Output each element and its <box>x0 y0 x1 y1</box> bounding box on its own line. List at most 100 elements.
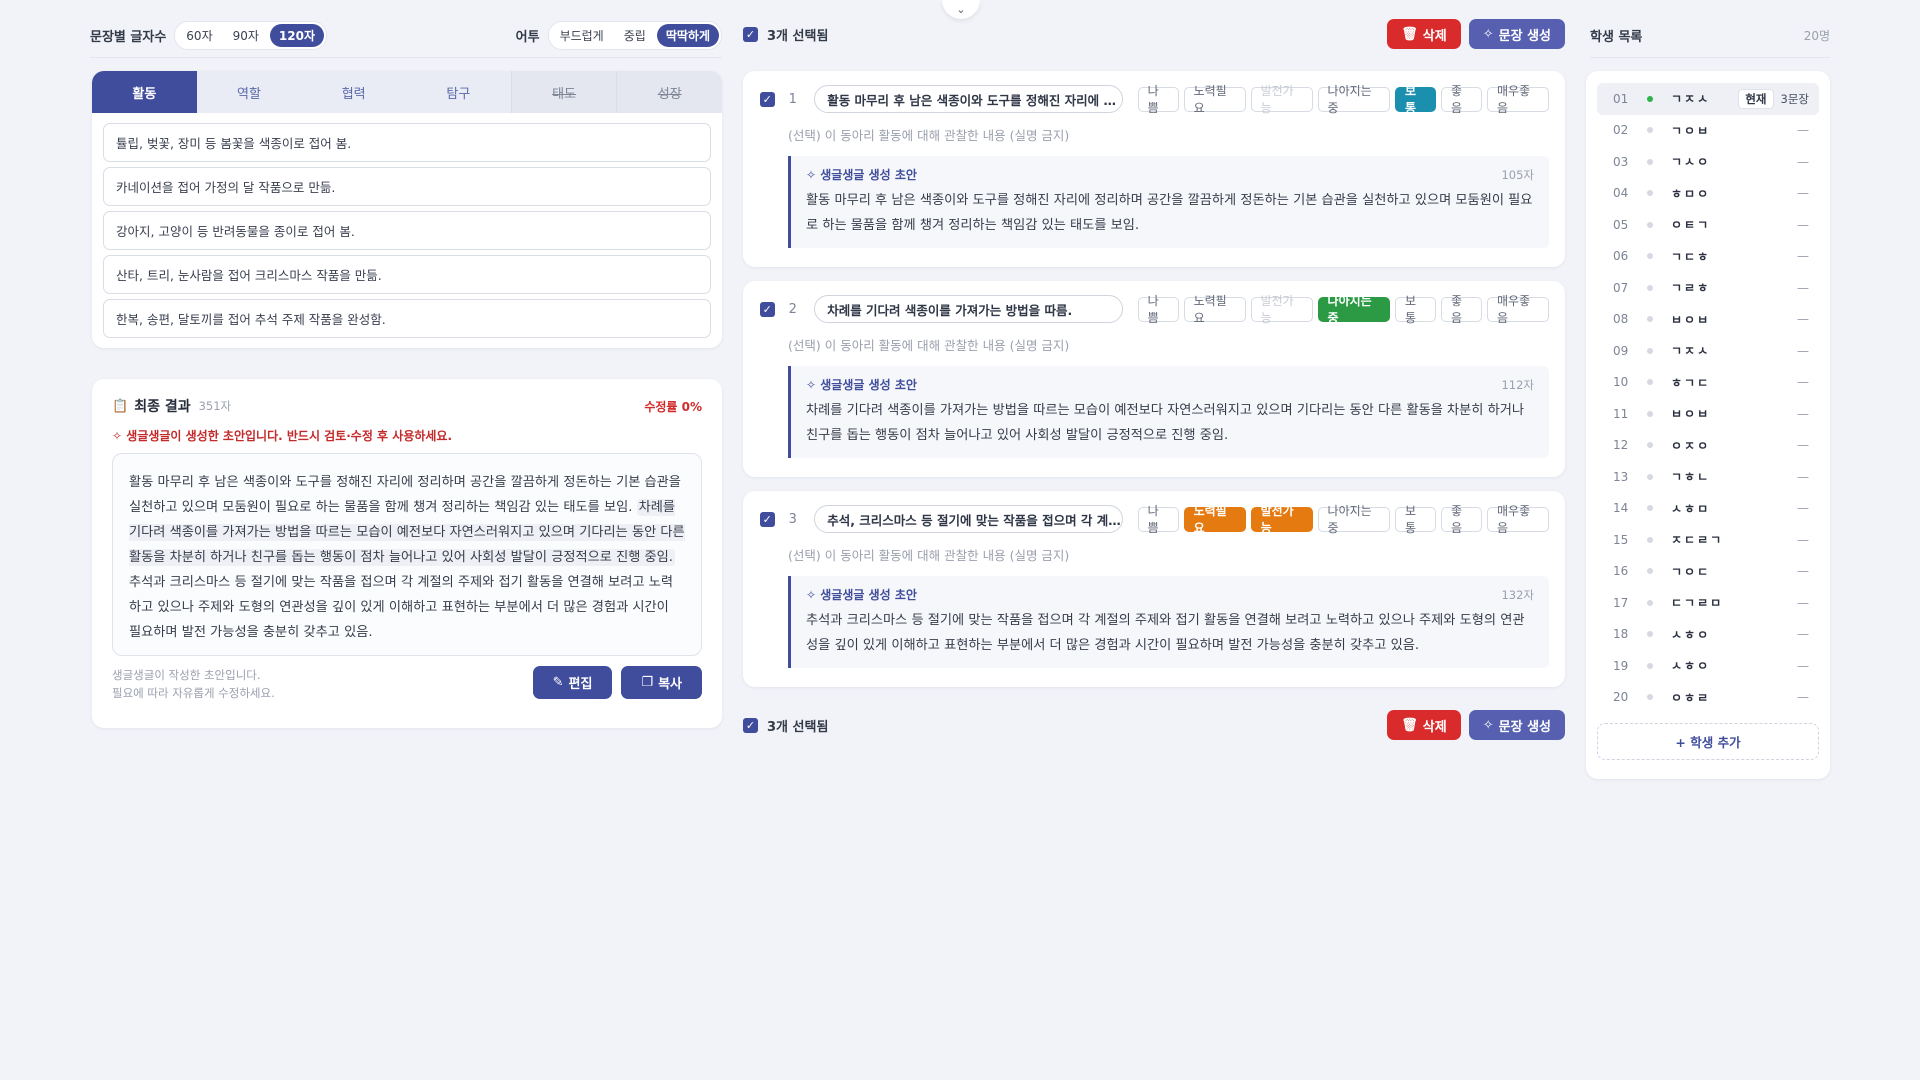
activity-item[interactable]: 카네이션을 접어 가정의 달 작품으로 만듦. <box>103 167 711 206</box>
observation-hint[interactable]: (선택) 이 동아리 활동에 대해 관찰한 내용 (실명 금지) <box>788 545 1549 564</box>
add-student-button[interactable]: + 학생 추가 <box>1597 723 1819 760</box>
tone-option-neutral[interactable]: 중립 <box>615 24 655 47</box>
observation-hint[interactable]: (선택) 이 동아리 활동에 대해 관찰한 내용 (실명 금지) <box>788 125 1549 144</box>
status-dot-icon <box>1647 568 1653 575</box>
grade-needs-effort[interactable]: 노력필요 <box>1183 84 1246 115</box>
student-row[interactable]: 04 ㅎㅁㅇ — <box>1597 178 1819 210</box>
result-text[interactable]: 활동 마무리 후 남은 색종이와 도구를 정해진 자리에 정리하며 공간을 깔끔… <box>112 453 702 656</box>
student-row[interactable]: 17 ㄷㄱㄹㅁ — <box>1597 587 1819 619</box>
grade-very-good[interactable]: 매우좋음 <box>1487 504 1549 535</box>
edit-rate: 수정률 0% <box>644 399 702 414</box>
grade-good[interactable]: 좋음 <box>1441 84 1483 115</box>
grade-improving[interactable]: 나아지는중 <box>1317 504 1391 535</box>
grade-average[interactable]: 보통 <box>1395 504 1437 535</box>
generate-button[interactable]: ✧ 문장 생성 <box>1468 710 1565 740</box>
activity-item[interactable]: 한복, 송편, 달토끼를 접어 추석 주제 작품을 완성함. <box>103 299 711 338</box>
entry-checkbox[interactable]: ✓ <box>760 301 775 317</box>
generated-draft: ✧ 생글생글 생성 초안 105자 활동 마무리 후 남은 색종이와 도구를 정… <box>788 156 1549 248</box>
grade-good[interactable]: 좋음 <box>1441 504 1483 535</box>
student-row[interactable]: 01 ㄱㅈㅅ 현재 3문장 <box>1597 83 1819 115</box>
length-option-120[interactable]: 120자 <box>269 24 325 47</box>
status-dot-icon <box>1647 316 1653 323</box>
chevron-down-icon: ⌄ <box>956 3 966 16</box>
grade-average[interactable]: 보통 <box>1395 294 1437 325</box>
entry-input[interactable]: 추석, 크리스마스 등 절기에 맞는 작품을 접으며 각 계… <box>814 505 1123 533</box>
length-option-90[interactable]: 90자 <box>224 24 268 47</box>
sparkle-icon: ✧ <box>1482 717 1494 733</box>
selected-count: 3개 선택됨 <box>767 28 829 44</box>
generate-button[interactable]: ✧ 문장 생성 <box>1468 19 1565 49</box>
student-row[interactable]: 10 ㅎㄱㄷ — <box>1597 367 1819 399</box>
grade-bad[interactable]: 나쁨 <box>1137 84 1179 115</box>
student-row[interactable]: 12 ㅇㅈㅇ — <box>1597 430 1819 462</box>
tab-activity[interactable]: 활동 <box>92 71 197 113</box>
student-row[interactable]: 16 ㄱㅇㄷ — <box>1597 556 1819 588</box>
grade-good[interactable]: 좋음 <box>1441 294 1483 325</box>
select-all-checkbox[interactable]: ✓ <box>743 26 758 42</box>
grade-improving[interactable]: 나아지는중 <box>1317 294 1391 325</box>
select-all-checkbox[interactable]: ✓ <box>743 717 758 733</box>
grade-improving[interactable]: 나아지는중 <box>1317 84 1391 115</box>
length-option-60[interactable]: 60자 <box>177 24 221 47</box>
student-row[interactable]: 02 ㄱㅇㅂ — <box>1597 115 1819 147</box>
student-row[interactable]: 20 ㅇㅎㄹ — <box>1597 682 1819 714</box>
student-name: ㄱㅇㅂ <box>1671 123 1711 138</box>
student-row[interactable]: 13 ㄱㅎㄴ — <box>1597 461 1819 493</box>
entry-checkbox[interactable]: ✓ <box>760 91 775 107</box>
tab-cooperation[interactable]: 협력 <box>301 71 406 113</box>
delete-button[interactable]: 🗑 삭제 <box>1387 710 1461 740</box>
student-row[interactable]: 14 ㅅㅎㅁ — <box>1597 493 1819 525</box>
collapse-handle[interactable]: ⌄ <box>942 0 980 19</box>
status-dot-icon <box>1647 347 1653 354</box>
student-row[interactable]: 19 ㅅㅎㅇ — <box>1597 650 1819 682</box>
student-number: 09 <box>1613 343 1629 358</box>
student-number: 10 <box>1613 375 1629 390</box>
student-row[interactable]: 18 ㅅㅎㅇ — <box>1597 619 1819 651</box>
grade-average[interactable]: 보통 <box>1395 84 1437 115</box>
tone-option-soft[interactable]: 부드럽게 <box>551 24 613 47</box>
selection-bar-top: ✓ 3개 선택됨 🗑 삭제 ✧ 문장 생성 <box>743 19 1565 49</box>
student-status: — <box>1797 532 1809 547</box>
grade-needs-effort[interactable]: 노력필요 <box>1183 294 1246 325</box>
grade-potential[interactable]: 발전가능 <box>1250 504 1313 535</box>
student-row[interactable]: 05 ㅇㅌㄱ — <box>1597 209 1819 241</box>
student-row[interactable]: 09 ㄱㅈㅅ — <box>1597 335 1819 367</box>
activity-item[interactable]: 산타, 트리, 눈사람을 접어 크리스마스 작품을 만듦. <box>103 255 711 294</box>
copy-button[interactable]: ❐ 복사 <box>621 666 702 699</box>
category-card: 활동 역할 협력 탐구 태도 성장 튤립, 벚꽃, 장미 등 봄꽃을 색종이로 … <box>92 71 722 348</box>
student-number: 02 <box>1613 123 1629 138</box>
activity-item[interactable]: 강아지, 고양이 등 반려동물을 종이로 접어 봄. <box>103 211 711 250</box>
selection-bar-bottom: ✓ 3개 선택됨 🗑 삭제 ✧ 문장 생성 <box>743 710 1565 740</box>
student-row[interactable]: 15 ㅈㄷㄹㄱ — <box>1597 524 1819 556</box>
activity-item[interactable]: 튤립, 벚꽃, 장미 등 봄꽃을 색종이로 접어 봄. <box>103 123 711 162</box>
grade-bad[interactable]: 나쁨 <box>1137 294 1179 325</box>
observation-hint[interactable]: (선택) 이 동아리 활동에 대해 관찰한 내용 (실명 금지) <box>788 335 1549 354</box>
tab-growth[interactable]: 성장 <box>616 71 722 113</box>
grade-needs-effort[interactable]: 노력필요 <box>1183 504 1246 535</box>
grade-bad[interactable]: 나쁨 <box>1137 504 1179 535</box>
student-row[interactable]: 03 ㄱㅅㅇ — <box>1597 146 1819 178</box>
delete-button[interactable]: 🗑 삭제 <box>1387 19 1461 49</box>
student-row[interactable]: 11 ㅂㅇㅂ — <box>1597 398 1819 430</box>
student-status: — <box>1797 217 1809 232</box>
student-row[interactable]: 06 ㄱㄷㅎ — <box>1597 241 1819 273</box>
tab-inquiry[interactable]: 탐구 <box>406 71 511 113</box>
grade-very-good[interactable]: 매우좋음 <box>1487 294 1549 325</box>
edit-button[interactable]: ✎ 편집 <box>532 666 613 699</box>
student-number: 07 <box>1613 280 1629 295</box>
student-row[interactable]: 08 ㅂㅇㅂ — <box>1597 304 1819 336</box>
grade-potential[interactable]: 발전가능 <box>1250 294 1313 325</box>
entry-input[interactable]: 활동 마무리 후 남은 색종이와 도구를 정해진 자리에 … <box>814 85 1123 113</box>
grade-potential[interactable]: 발전가능 <box>1250 84 1313 115</box>
student-row[interactable]: 07 ㄱㄹㅎ — <box>1597 272 1819 304</box>
grade-very-good[interactable]: 매우좋음 <box>1487 84 1549 115</box>
entry-input[interactable]: 차례를 기다려 색종이를 가져가는 방법을 따름. <box>814 295 1123 323</box>
tab-attitude[interactable]: 태도 <box>510 71 617 113</box>
student-status: — <box>1797 501 1809 516</box>
tab-role[interactable]: 역할 <box>197 71 302 113</box>
sparkle-icon: ✧ <box>112 429 123 443</box>
student-name: ㅎㅁㅇ <box>1671 186 1711 201</box>
tone-option-formal[interactable]: 딱딱하게 <box>656 24 719 47</box>
student-name: ㄱㄹㅎ <box>1671 281 1711 296</box>
entry-checkbox[interactable]: ✓ <box>760 511 775 527</box>
